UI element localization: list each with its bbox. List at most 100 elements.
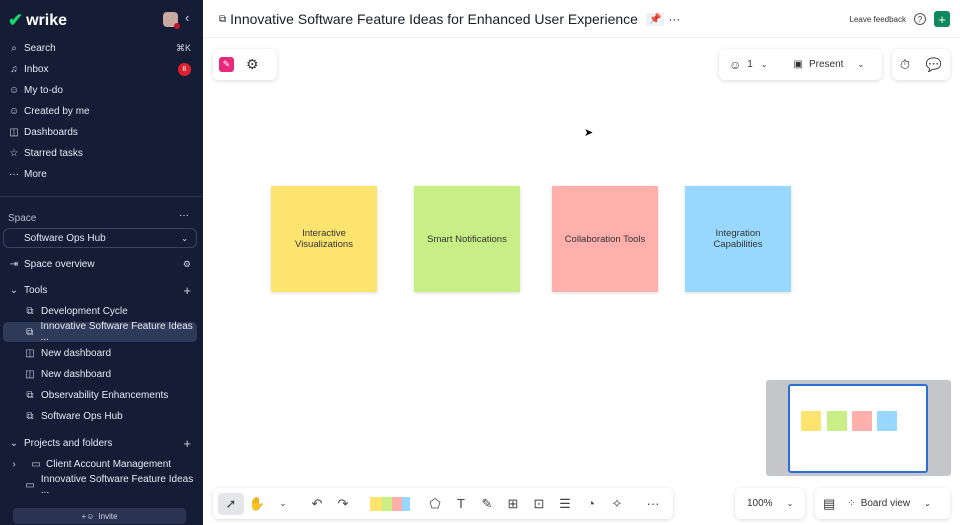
pin-icon[interactable]: 📌	[645, 12, 665, 26]
nav-my-todo[interactable]: ☺ My to-do	[0, 80, 203, 100]
folder-icon: ▭	[31, 458, 41, 470]
sticky-note[interactable]: Interactive Visualizations	[271, 186, 377, 292]
space-selector[interactable]: Software Ops Hub ⌄	[3, 228, 197, 248]
tool-item-active[interactable]: ⧉ Innovative Software Feature Ideas ...	[3, 321, 197, 343]
minimap-sticky	[801, 411, 821, 431]
user-todo-icon: ☺	[8, 84, 20, 96]
whiteboard-icon: ⧉	[219, 13, 227, 25]
more-icon[interactable]: ···	[640, 496, 666, 511]
redo-icon[interactable]: ↷	[330, 496, 356, 512]
tools-section[interactable]: ⌄ Tools +	[0, 280, 203, 300]
project-item[interactable]: › ▭ Client Account Management	[0, 454, 203, 474]
add-project-icon[interactable]: +	[183, 436, 191, 451]
nav-starred[interactable]: ☆ Starred tasks	[0, 143, 203, 163]
present-options-icon[interactable]: ⌄	[857, 60, 864, 69]
minimap-viewport[interactable]	[788, 384, 928, 473]
star-icon: ☆	[9, 147, 19, 159]
gear-icon[interactable]: ⚙	[246, 56, 259, 73]
chevron-down-icon: ⌄	[181, 233, 188, 243]
task-icon[interactable]: ☰	[552, 496, 578, 512]
dashboard-icon: ◫	[25, 347, 35, 359]
search-icon: ⌕	[11, 42, 17, 54]
add-tool-icon[interactable]: +	[183, 283, 191, 298]
dashboard-icon: ◫	[9, 126, 19, 138]
table-icon[interactable]: ⊞	[500, 496, 526, 512]
wrike-logo[interactable]: ✔ wrike	[8, 10, 67, 31]
timer-icon[interactable]: ⏱	[900, 57, 910, 73]
text-icon[interactable]: T	[448, 496, 474, 511]
board-view-icon: ⁘	[847, 498, 856, 509]
comment-add-icon[interactable]: ⊡	[526, 496, 552, 512]
extra-panel: ⏱ 💬	[892, 49, 950, 80]
nav-dashboards[interactable]: ◫ Dashboards	[0, 122, 203, 142]
more-icon: ···	[9, 168, 19, 180]
hand-tool-icon[interactable]: ✋	[244, 496, 270, 512]
whiteboard-icon: ⧉	[26, 410, 34, 422]
whiteboard-icon: ⧉	[26, 305, 34, 317]
page-title: Innovative Software Feature Ideas for En…	[230, 11, 638, 27]
ai-sparkle-icon[interactable]: ✧	[604, 496, 630, 512]
undo-icon[interactable]: ↶	[304, 496, 330, 512]
minimap[interactable]	[766, 380, 951, 476]
pen-icon[interactable]: ✎	[474, 496, 500, 512]
comment-icon[interactable]: 💬	[926, 57, 942, 73]
frame-icon[interactable]: ▤	[823, 496, 835, 512]
sticky-note[interactable]: Smart Notifications	[414, 186, 520, 292]
whiteboard-icon: ⧉	[26, 389, 34, 401]
users-count[interactable]: 1	[747, 59, 753, 70]
inbox-badge: 8	[178, 62, 191, 76]
users-icon: ☺	[729, 57, 742, 72]
gear-icon[interactable]: ⚙	[183, 259, 191, 270]
nav-inbox[interactable]: ♫ Inbox 8	[0, 59, 203, 79]
tool-item[interactable]: ◫ New dashboard	[0, 343, 203, 363]
chart-icon[interactable]: ◔	[578, 496, 604, 511]
chevron-down-icon[interactable]: ⌄	[761, 60, 768, 69]
user-plus-icon: ☺	[8, 105, 20, 117]
sticky-notes-tool[interactable]	[370, 496, 410, 511]
nav-more[interactable]: ··· More	[0, 164, 203, 184]
chevron-down-icon[interactable]: ⌄	[270, 498, 296, 509]
collab-panel: ☺ 1 ⌄ ▣ Present ⌄	[719, 49, 882, 80]
invite-button[interactable]: +☺ Invite	[13, 508, 186, 524]
zoom-control[interactable]: 100% ⌄	[735, 488, 805, 519]
shapes-icon[interactable]: ⬠	[422, 496, 448, 512]
nav-created-by-me[interactable]: ☺ Created by me	[0, 101, 203, 121]
chevron-down-icon[interactable]: ⌄	[924, 499, 931, 508]
board-logo-icon[interactable]: ✎	[219, 57, 234, 72]
chevron-right-icon: ›	[12, 458, 16, 470]
tool-item[interactable]: ◫ New dashboard	[0, 364, 203, 384]
space-label: Space	[8, 213, 37, 224]
chevron-down-icon: ⌄	[786, 499, 794, 508]
minimap-sticky	[852, 411, 872, 431]
space-more-icon[interactable]: ···	[179, 210, 189, 221]
divider	[0, 196, 203, 197]
add-button[interactable]: +	[934, 11, 950, 27]
tool-item[interactable]: ⧉ Observability Enhancements	[0, 385, 203, 405]
header: ⧉ Innovative Software Feature Ideas for E…	[203, 0, 960, 38]
tools-toolbar: ➚ ✋ ⌄ ↶ ↷ ⬠ T ✎ ⊞ ⊡ ☰ ◔ ✧ ···	[213, 488, 673, 519]
present-button[interactable]: ▣ Present	[794, 59, 844, 70]
select-tool-icon[interactable]: ➚	[218, 492, 244, 515]
tool-item[interactable]: ⧉ Software Ops Hub	[0, 406, 203, 426]
sticky-note[interactable]: Integration Capabilities	[685, 186, 791, 292]
leave-feedback-link[interactable]: Leave feedback	[850, 15, 907, 24]
whiteboard-icon: ⧉	[26, 326, 34, 338]
projects-section[interactable]: ⌄ Projects and folders +	[0, 433, 203, 453]
chevron-down-icon: ⌄	[9, 437, 19, 449]
tool-item[interactable]: ⧉ Development Cycle	[0, 301, 203, 321]
minimap-sticky	[827, 411, 847, 431]
avatar[interactable]	[163, 12, 180, 29]
collapse-sidebar-icon[interactable]: ‹	[185, 10, 189, 25]
more-icon[interactable]: ···	[668, 12, 680, 26]
project-item[interactable]: ▭ Innovative Software Feature Ideas ...	[0, 474, 203, 496]
cursor-icon: ➤	[584, 127, 594, 139]
help-icon[interactable]: ?	[914, 13, 926, 25]
sticky-note[interactable]: Collaboration Tools	[552, 186, 658, 292]
board-view-button[interactable]: ⁘ Board view	[847, 498, 910, 509]
enter-icon: ⇥	[9, 258, 19, 270]
space-overview[interactable]: ⇥ Space overview ⚙	[0, 254, 203, 274]
board-settings-panel: ✎ ⚙	[213, 49, 277, 80]
chevron-down-icon: ⌄	[9, 284, 19, 296]
present-icon: ▣	[793, 59, 803, 70]
nav-search[interactable]: ⌕ Search ⌘K	[0, 38, 203, 58]
